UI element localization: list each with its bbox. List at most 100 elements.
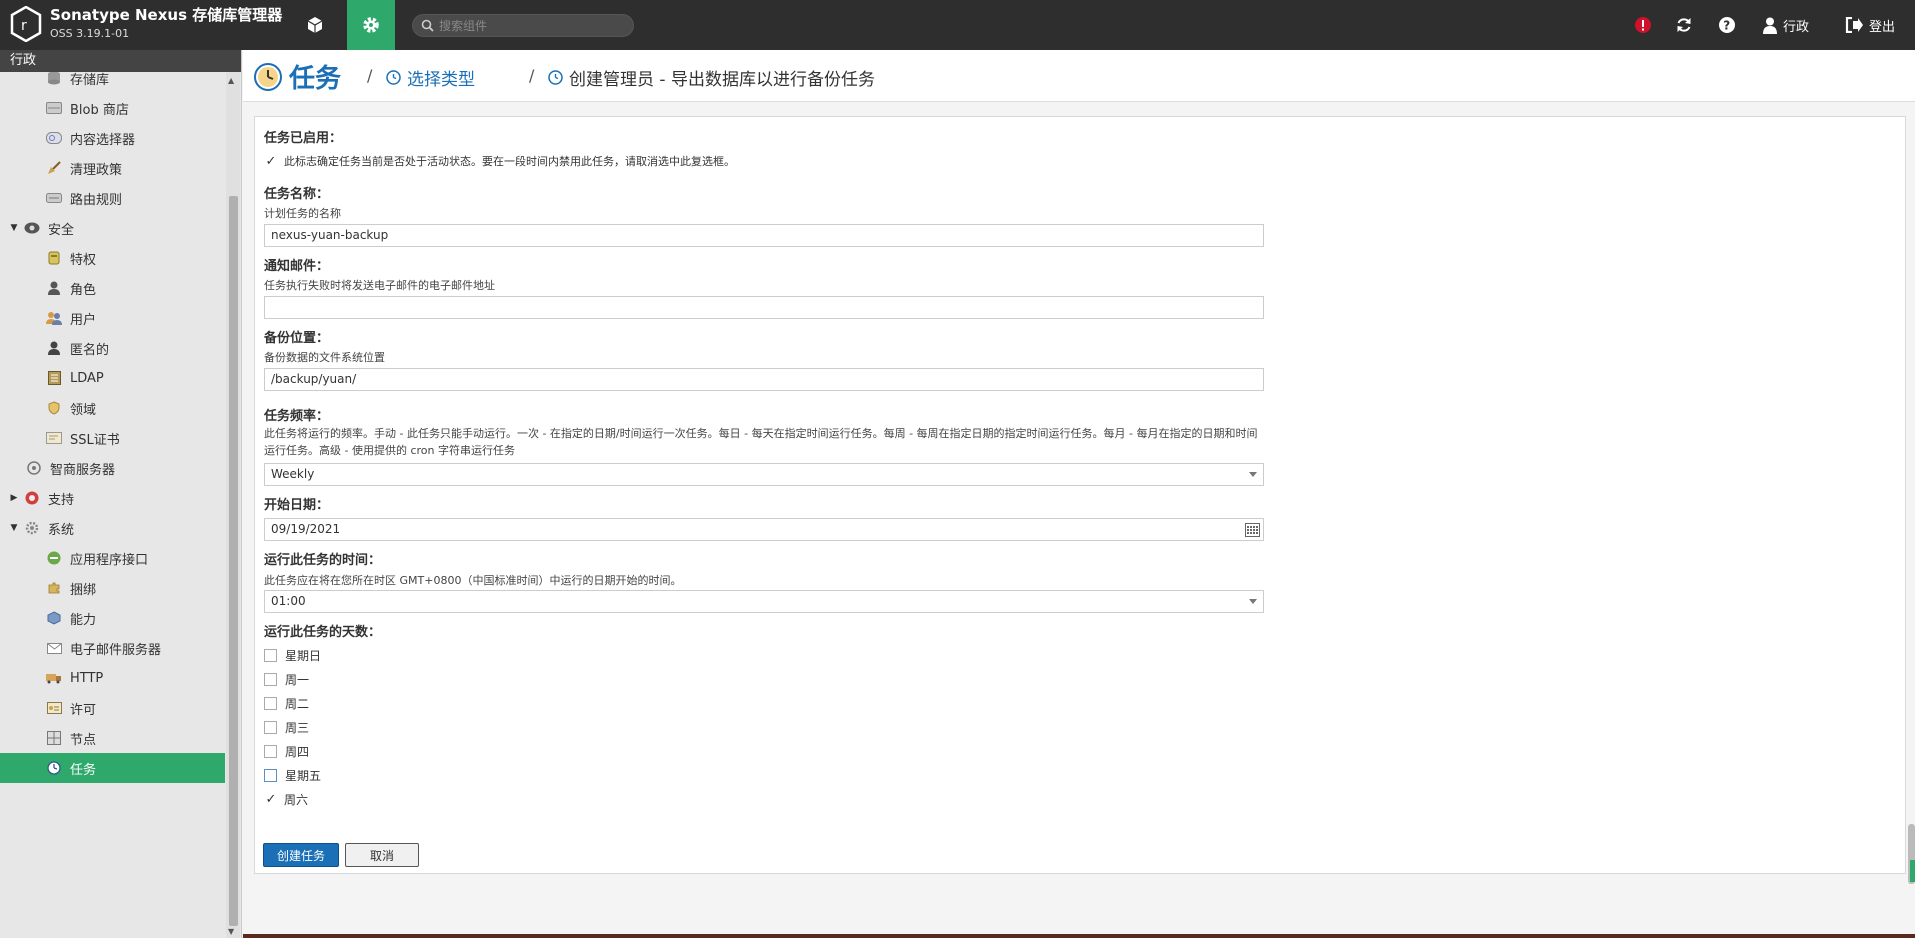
sidebar-item-nodes[interactable]: 节点 — [0, 723, 225, 753]
sidebar-item-repositories[interactable]: 存储库 — [0, 72, 225, 93]
enabled-checkbox[interactable]: ✓ — [264, 154, 278, 169]
sidebar-item-bundles[interactable]: 捆绑 — [0, 573, 225, 603]
admin-mode-button[interactable] — [347, 0, 395, 50]
frequency-selected-value: Weekly — [271, 467, 315, 481]
backup-location-label: 备份位置： — [264, 331, 330, 346]
breadcrumb: 任务 / 选择类型 / 创建管理员 - 导出数据库以进行备份任务 — [243, 50, 1915, 102]
database-icon — [46, 72, 62, 86]
sidebar-item-email-server[interactable]: 电子邮件服务器 — [0, 633, 225, 663]
scroll-up-arrow-icon[interactable]: ▲ — [228, 76, 234, 85]
enabled-help: 此标志确定任务当前是否处于活动状态。要在一段时间内禁用此任务，请取消选中此复选框… — [284, 155, 735, 168]
help-icon: ? — [1719, 17, 1735, 33]
backup-location-help: 备份数据的文件系统位置 — [264, 351, 385, 364]
app-version: OSS 3.19.1-01 — [50, 27, 130, 40]
clock-icon — [386, 70, 401, 85]
sidebar-item-roles[interactable]: 角色 — [0, 273, 225, 303]
sidebar-item-blob-stores[interactable]: Blob 商店 — [0, 93, 225, 123]
alert-icon — [1635, 17, 1651, 33]
expanded-arrow-icon[interactable]: ▼ — [8, 223, 20, 233]
iq-server-icon — [26, 460, 42, 476]
sidebar-item-cleanup-policies[interactable]: 清理政策 — [0, 153, 225, 183]
chevron-down-icon[interactable] — [1249, 472, 1257, 477]
search-box[interactable] — [412, 14, 634, 37]
sidebar-item-label: 节点 — [70, 732, 97, 748]
system-alert-button[interactable] — [1634, 0, 1652, 50]
day-label: 星期日 — [285, 649, 322, 663]
day-checkbox-row[interactable]: 星期日 — [264, 647, 321, 664]
sidebar-item-label: LDAP — [70, 370, 104, 386]
calendar-icon[interactable] — [1245, 523, 1260, 537]
sidebar-item-api[interactable]: 应用程序接口 — [0, 543, 225, 573]
day-checkbox-row[interactable]: 周三 — [264, 719, 309, 736]
capability-icon — [46, 610, 62, 626]
sidebar-item-ssl-certificates[interactable]: SSL证书 — [0, 423, 225, 453]
sidebar-item-licensing[interactable]: 许可 — [0, 693, 225, 723]
sidebar-item-content-selectors[interactable]: 内容选择器 — [0, 123, 225, 153]
scroll-down-arrow-icon[interactable]: ▼ — [228, 927, 234, 936]
sidebar-item-ldap[interactable]: LDAP — [0, 363, 225, 393]
sidebar-item-capabilities[interactable]: 能力 — [0, 603, 225, 633]
nexus-logo-icon: r — [10, 6, 42, 42]
run-time-select[interactable]: 01:00 — [264, 590, 1264, 613]
search-input[interactable] — [437, 17, 627, 34]
day-checkbox-monday[interactable] — [264, 673, 277, 686]
sidebar-item-system[interactable]: ▼ 系统 — [0, 513, 225, 543]
collapsed-arrow-icon[interactable]: ▶ — [8, 493, 20, 503]
day-checkbox-row[interactable]: 周二 — [264, 695, 309, 712]
brand[interactable]: r Sonatype Nexus 存储库管理器 OSS 3.19.1-01 — [10, 6, 282, 42]
chevron-down-icon[interactable] — [1249, 599, 1257, 604]
day-checkbox-tuesday[interactable] — [264, 697, 277, 710]
start-date-input[interactable]: 09/19/2021 — [264, 518, 1264, 541]
sidebar-item-iq-server[interactable]: 智商服务器 — [0, 453, 225, 483]
sidebar-item-tasks[interactable]: 任务 — [0, 753, 225, 783]
sidebar-scroll-thumb[interactable] — [229, 196, 238, 926]
day-checkbox-row[interactable]: ✓ 周六 — [264, 791, 308, 808]
day-checkbox-wednesday[interactable] — [264, 721, 277, 734]
expanded-arrow-icon[interactable]: ▼ — [8, 523, 20, 533]
frequency-help: 此任务将运行的频率。手动 - 此任务只能手动运行。一次 - 在指定的日期/时间运… — [264, 427, 1258, 457]
backup-location-input[interactable]: /backup/yuan/ — [264, 368, 1264, 391]
breadcrumb-root[interactable]: 任务 — [253, 58, 341, 95]
create-task-button[interactable]: 创建任务 — [263, 843, 339, 867]
cube-icon — [307, 17, 323, 33]
day-checkbox-thursday[interactable] — [264, 745, 277, 758]
sidebar-item-privileges[interactable]: 特权 — [0, 243, 225, 273]
sidebar-scrollbar[interactable]: ▲ ▼ — [226, 72, 240, 938]
day-checkbox-sunday[interactable] — [264, 649, 277, 662]
sidebar-item-http[interactable]: HTTP — [0, 663, 225, 693]
logout-button[interactable]: 登出 — [1845, 0, 1895, 50]
sidebar-item-label: 许可 — [70, 702, 97, 718]
sidebar-item-label: 安全 — [48, 222, 75, 238]
refresh-button[interactable] — [1675, 0, 1693, 50]
sidebar-item-users[interactable]: 用户 — [0, 303, 225, 333]
day-checkbox-friday[interactable] — [264, 769, 277, 782]
clock-icon — [46, 760, 62, 776]
day-checkbox-saturday[interactable]: ✓ — [264, 792, 278, 807]
gear-icon — [363, 17, 379, 33]
email-icon — [46, 640, 62, 656]
breadcrumb-label: 创建管理员 - 导出数据库以进行备份任务 — [569, 70, 875, 90]
clock-icon — [254, 62, 282, 91]
day-label: 周四 — [285, 745, 310, 759]
user-menu[interactable]: 行政 — [1763, 0, 1809, 50]
support-icon — [24, 490, 40, 506]
task-name-input[interactable]: nexus-yuan-backup — [264, 224, 1264, 247]
sidebar-item-realms[interactable]: 领域 — [0, 393, 225, 423]
day-checkbox-row[interactable]: 周一 — [264, 671, 309, 688]
day-checkbox-row[interactable]: 周四 — [264, 743, 309, 760]
sidebar-item-security[interactable]: ▼ 安全 — [0, 213, 225, 243]
breadcrumb-select-type[interactable]: 选择类型 — [386, 65, 475, 90]
notification-email-input[interactable] — [264, 296, 1264, 319]
sidebar-item-support[interactable]: ▶ 支持 — [0, 483, 225, 513]
sidebar-item-routing-rules[interactable]: 路由规则 — [0, 183, 225, 213]
sidebar-item-label: 存储库 — [70, 72, 110, 88]
day-checkbox-row[interactable]: 星期五 — [264, 767, 321, 784]
bottom-border — [243, 934, 1915, 938]
cancel-button[interactable]: 取消 — [345, 843, 419, 867]
sidebar-item-label: Blob 商店 — [70, 102, 129, 118]
enabled-checkbox-row[interactable]: ✓ 此标志确定任务当前是否处于活动状态。要在一段时间内禁用此任务，请取消选中此复… — [264, 153, 735, 169]
help-button[interactable]: ? — [1718, 0, 1736, 50]
browse-mode-button[interactable] — [291, 0, 339, 50]
sidebar-item-anonymous[interactable]: 匿名的 — [0, 333, 225, 363]
frequency-select[interactable]: Weekly — [264, 463, 1264, 486]
